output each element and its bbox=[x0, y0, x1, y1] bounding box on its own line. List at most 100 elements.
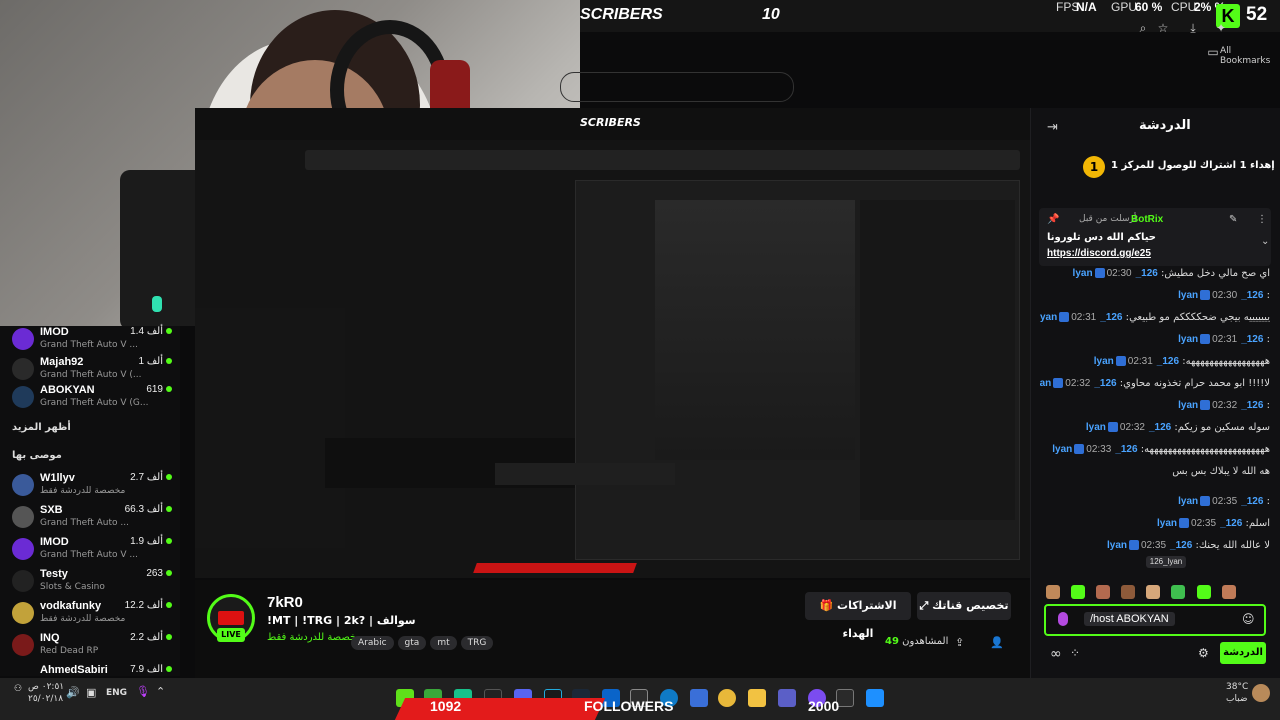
sidebar-followed-item[interactable]: Majah92 Grand Theft Auto V (... 1 ألف bbox=[12, 356, 177, 386]
sidebar-recommended-item[interactable]: IMOD Grand Theft Auto V ... 1.9 ألف bbox=[12, 536, 177, 566]
channel-game: Grand Theft Auto V ... bbox=[40, 340, 138, 350]
emote-icon[interactable] bbox=[1171, 585, 1186, 599]
chat-message[interactable]: اي صح مالي دخل مطيش: 126_lyan02:30 bbox=[1040, 268, 1270, 279]
tag[interactable]: Arabic bbox=[351, 636, 394, 650]
pinned-link[interactable]: https://discord.gg/e25 bbox=[1047, 248, 1151, 259]
follow-user-icon[interactable]: 👤 bbox=[990, 636, 1004, 649]
chat-message[interactable]: هههههههههههههههههه: 126_lyan02:31 bbox=[1040, 356, 1270, 367]
channel-name: Testy bbox=[40, 568, 68, 580]
more-options-icon[interactable]: ⋮ bbox=[1257, 214, 1267, 225]
viewer-count-value: 49 bbox=[885, 636, 899, 647]
chat-message[interactable]: هه الله لا يبلاك بس بس bbox=[1040, 466, 1270, 477]
recommended-heading: موصى بها bbox=[12, 450, 62, 461]
emote-icon[interactable] bbox=[1096, 585, 1111, 599]
sidebar-recommended-item[interactable]: AhmedSabiri 7.9 ألف bbox=[12, 664, 177, 676]
all-bookmarks[interactable]: All Bookmarks bbox=[1220, 46, 1280, 66]
emote-icon[interactable] bbox=[1196, 585, 1211, 599]
unpin-icon[interactable]: ✎ bbox=[1229, 214, 1237, 225]
channel-name: W1llyv bbox=[40, 472, 75, 484]
chat-message[interactable]: : 126_lyan02:32 bbox=[1040, 400, 1270, 411]
bookmark-star-icon[interactable]: ☆ bbox=[1156, 21, 1170, 35]
emote-icon[interactable] bbox=[1121, 585, 1136, 599]
zoom-icon[interactable]: ⌕ bbox=[1136, 21, 1150, 35]
emote-icon[interactable] bbox=[1146, 585, 1161, 599]
avatar bbox=[12, 328, 34, 350]
send-chat-button[interactable]: الدردشة bbox=[1220, 642, 1266, 664]
tag[interactable]: gta bbox=[397, 636, 427, 650]
channel-game: مخصصة للدردشة فقط bbox=[40, 486, 126, 496]
microphone-icon[interactable] bbox=[1058, 612, 1068, 626]
chat-title: الدردشة bbox=[1139, 118, 1191, 133]
chat-message[interactable]: اسلم: 126_lyan02:35 bbox=[1040, 518, 1270, 529]
chat-message[interactable]: : 126_lyan02:31 bbox=[1040, 334, 1270, 345]
microphone-icon[interactable]: 🎙 bbox=[136, 685, 150, 698]
chevron-down-icon[interactable]: ⌄ bbox=[1261, 236, 1269, 247]
tag-list: Arabic gta mt TRG bbox=[351, 630, 497, 650]
network-icon[interactable]: ▣ bbox=[86, 686, 96, 699]
chat-message-text: لا!!!! ابو محمد حرام تخذونه محاوي bbox=[1123, 378, 1270, 389]
viewer-count-label: المشاهدون bbox=[902, 636, 949, 647]
weather-text[interactable]: ضباب bbox=[1226, 694, 1248, 704]
chat-message-text: اي صح مالي دخل مطيش bbox=[1164, 268, 1270, 279]
channel-name[interactable]: 7kR0 bbox=[267, 594, 303, 611]
viewer-count: 1.4 ألف bbox=[130, 326, 172, 337]
pinned-user[interactable]: BotRix bbox=[1131, 214, 1163, 225]
chat-input[interactable]: /host ABOKYAN ☺ bbox=[1044, 604, 1266, 636]
emote-icon[interactable] bbox=[1071, 585, 1086, 599]
collapse-chat-icon[interactable]: ⇥ bbox=[1047, 120, 1058, 135]
chat-timestamp: 02:33 bbox=[1086, 444, 1112, 455]
sidebar-recommended-item[interactable]: Testy Slots & Casino 263 bbox=[12, 568, 177, 598]
sidebar-followed-item[interactable]: ABOKYAN Grand Theft Auto V (G... 619 bbox=[12, 384, 177, 414]
weather-icon[interactable] bbox=[1252, 684, 1270, 702]
settings-gear-icon[interactable]: ⚙ bbox=[1198, 646, 1209, 660]
extensions-icon[interactable]: ✦ bbox=[1214, 21, 1228, 35]
subscriber-badge-icon bbox=[1059, 312, 1070, 322]
sidebar-recommended-item[interactable]: W1llyv مخصصة للدردشة فقط 2.7 ألف bbox=[12, 472, 177, 502]
infinity-icon[interactable]: ∞ bbox=[1050, 646, 1062, 662]
user-icon[interactable]: ⚇ bbox=[14, 684, 22, 694]
pinned-text: حياكم الله دس تلورونا bbox=[1047, 232, 1156, 243]
clock-time[interactable]: ٠٢:٥١ ص bbox=[28, 682, 64, 692]
download-icon[interactable]: ⤓ bbox=[1186, 21, 1200, 35]
tag[interactable]: mt bbox=[430, 636, 457, 650]
chat-message[interactable]: : 126_lyan02:35 bbox=[1040, 496, 1270, 507]
emote-icon[interactable] bbox=[1221, 585, 1236, 599]
chat-message[interactable]: : 126_lyan02:30 bbox=[1040, 290, 1270, 301]
sidebar-recommended-item[interactable]: INQ Red Dead RP 2.2 ألف bbox=[12, 632, 177, 662]
chat-message[interactable]: ههههههههههههههههههههههههههه: 126_lyan02:… bbox=[1040, 444, 1270, 455]
sidebar-recommended-item[interactable]: vodkafunky مخصصة للدردشة فقط 12.2 ألف bbox=[12, 600, 177, 630]
emote-icon[interactable] bbox=[1046, 585, 1060, 599]
tag[interactable]: TRG bbox=[460, 636, 494, 650]
temperature[interactable]: 38°C bbox=[1226, 682, 1248, 692]
avatar bbox=[12, 358, 34, 380]
chat-message[interactable]: لا!!!! ابو محمد حرام تخذونه محاوي: 126_l… bbox=[1040, 378, 1270, 389]
address-bar[interactable] bbox=[560, 72, 794, 102]
chat-timestamp: 02:32 bbox=[1212, 400, 1238, 411]
chat-message[interactable]: لا عالله الله يحنك: 126_lyan02:35 bbox=[1040, 540, 1270, 551]
sidebar-followed-item[interactable]: IMOD Grand Theft Auto V ... 1.4 ألف bbox=[12, 326, 177, 356]
speaker-icon[interactable]: 🔊 bbox=[66, 686, 80, 699]
chevron-up-icon[interactable]: ⌃ bbox=[156, 685, 165, 698]
chat-input-value: /host ABOKYAN bbox=[1084, 612, 1175, 626]
gift-subs-button[interactable]: 🎁 الاشتراكات الهداء bbox=[805, 592, 911, 640]
show-more-link[interactable]: أظهر المزيد bbox=[12, 422, 71, 433]
cpu-label: CPU bbox=[1171, 0, 1197, 14]
channel-name: Majah92 bbox=[40, 356, 84, 368]
channel-game: Grand Theft Auto ... bbox=[40, 518, 129, 528]
chat-message[interactable]: يييييييه بيجي ضحككككم مو طبيعي: 126_lyan… bbox=[1040, 312, 1270, 323]
share-icon[interactable]: ⇪ bbox=[955, 636, 964, 649]
dots-icon[interactable]: ⁘ bbox=[1070, 646, 1080, 660]
chat-message-text: اسلم bbox=[1248, 518, 1270, 529]
chat-timestamp: 02:31 bbox=[1212, 334, 1238, 345]
sidebar-recommended-item[interactable]: SXB Grand Theft Auto ... 66.3 ألف bbox=[12, 504, 177, 534]
input-language[interactable]: ENG bbox=[106, 688, 127, 698]
clock-date[interactable]: ٢٥/٠٢/١٨ bbox=[28, 694, 63, 704]
emoji-icon[interactable]: ☺ bbox=[1242, 612, 1255, 626]
stream-category[interactable]: مخصصة للدردشة فقط bbox=[267, 632, 362, 643]
avatar bbox=[12, 570, 34, 592]
viewer-count: 2.2 ألف bbox=[130, 632, 172, 643]
chat-message[interactable]: سوله مسكين مو زيكم: 126_lyan02:32 bbox=[1040, 422, 1270, 433]
subscriber-badge-icon bbox=[1200, 290, 1211, 300]
channel-info: LIVE 7kR0 !MT | !TRG | 2k? | سوالف مخصصة… bbox=[195, 580, 1030, 680]
customize-channel-button[interactable]: ⤢ تخصيص قناتك bbox=[917, 592, 1011, 620]
